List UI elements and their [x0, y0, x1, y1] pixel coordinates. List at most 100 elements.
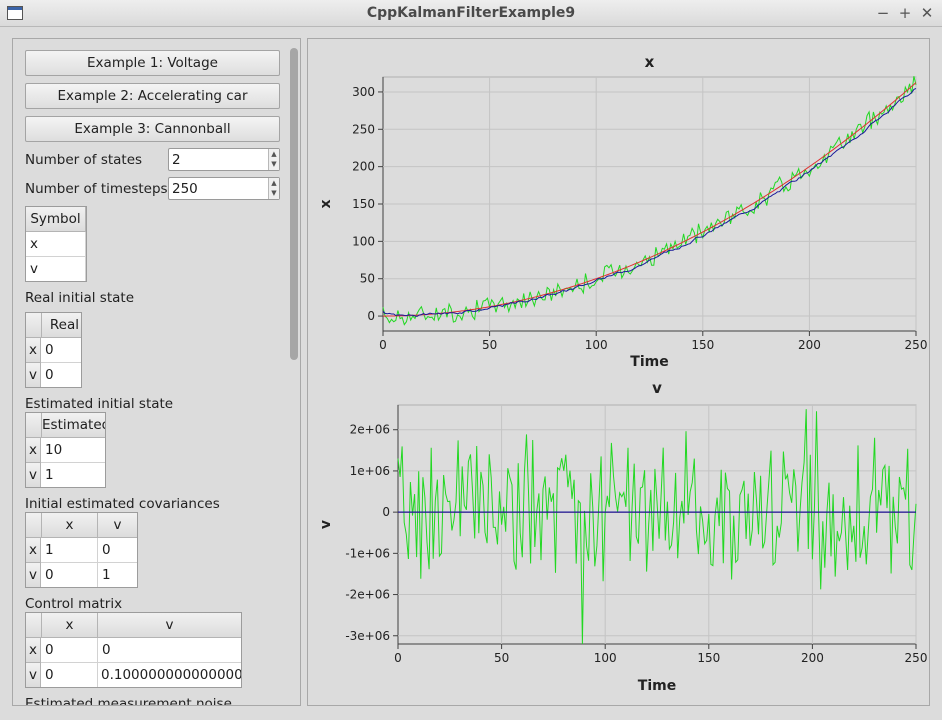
y-tick-label: 300	[352, 85, 375, 99]
x-tick-label: 0	[394, 651, 402, 665]
row-header-x[interactable]: x	[26, 638, 41, 663]
estimated-initial-x-cell[interactable]: 10	[41, 438, 105, 463]
spin-up-icon[interactable]: ▲	[269, 149, 279, 159]
y-tick-label: 250	[352, 122, 375, 136]
num-states-stepper[interactable]: ▲ ▼	[268, 149, 279, 170]
estimated-initial-state-table[interactable]: Estimated x v 10 1	[25, 412, 106, 488]
initial-covariances-label: Initial estimated covariances	[25, 496, 220, 512]
covariance-cell[interactable]: 0	[41, 563, 98, 587]
example-2-accelerating-car-button[interactable]: Example 2: Accelerating car	[25, 83, 280, 109]
real-column-header[interactable]: Real	[42, 313, 81, 338]
table-corner	[26, 613, 42, 638]
estimated-initial-state-label: Estimated initial state	[25, 396, 174, 412]
example-3-cannonball-button[interactable]: Example 3: Cannonball	[25, 116, 280, 142]
real-initial-state-table[interactable]: Real x v 0 0	[25, 312, 82, 388]
spin-down-icon[interactable]: ▼	[269, 159, 279, 169]
x-tick-label: 0	[379, 338, 387, 352]
control-matrix-label: Control matrix	[25, 596, 123, 612]
chart-v: 0 50 100 150 200 250 -3e+06 -2e+06 -1e+06 0 1e+06 2…	[318, 379, 927, 694]
control-cell[interactable]: 0	[41, 663, 98, 687]
y-tick-label: 0	[382, 505, 390, 519]
num-states-label: Number of states	[25, 152, 143, 168]
maximize-icon[interactable]: +	[896, 3, 914, 23]
y-tick-label: 200	[352, 160, 375, 174]
row-header-v[interactable]: v	[26, 663, 41, 687]
x-tick-label: 200	[801, 651, 824, 665]
symbol-table[interactable]: Symbol x v	[25, 206, 87, 282]
y-tick-label: 100	[352, 234, 375, 248]
title-bar: CppKalmanFilterExample9 − + ✕	[0, 0, 942, 27]
parameters-panel: Example 1: Voltage Example 2: Accelerati…	[12, 38, 301, 706]
control-cell[interactable]: 0	[98, 638, 241, 663]
row-header-v[interactable]: v	[26, 463, 41, 487]
x-tick-label: 50	[494, 651, 509, 665]
y-tick-label: -3e+06	[345, 629, 390, 643]
estimated-column-header[interactable]: Estimated	[42, 413, 105, 438]
x-tick-label: 50	[482, 338, 497, 352]
minimize-icon[interactable]: −	[874, 3, 892, 23]
x-axis-label: Time	[630, 354, 668, 370]
real-initial-x-cell[interactable]: 0	[41, 338, 81, 363]
symbol-cell[interactable]: v	[26, 257, 86, 281]
num-timesteps-value: 250	[172, 181, 198, 197]
column-header-x[interactable]: x	[42, 513, 98, 538]
y-axis-label: x	[318, 199, 334, 208]
num-timesteps-stepper[interactable]: ▲ ▼	[268, 178, 279, 199]
y-tick-label: 0	[367, 309, 375, 323]
row-header-x[interactable]: x	[26, 338, 41, 363]
x-axis-label: Time	[638, 678, 676, 694]
x-tick-label: 250	[905, 338, 928, 352]
x-tick-label: 100	[594, 651, 617, 665]
chart-title: v	[652, 379, 662, 397]
y-tick-label: 150	[352, 197, 375, 211]
left-panel-scrollbar[interactable]	[290, 48, 298, 360]
symbol-column-header[interactable]: Symbol	[26, 207, 86, 232]
num-timesteps-label: Number of timesteps	[25, 181, 168, 197]
real-initial-v-cell[interactable]: 0	[41, 363, 81, 387]
x-tick-label: 250	[905, 651, 928, 665]
row-header-v[interactable]: v	[26, 563, 41, 587]
close-icon[interactable]: ✕	[918, 3, 936, 23]
x-tick-label: 100	[585, 338, 608, 352]
covariance-cell[interactable]: 1	[41, 538, 98, 563]
plot-area	[397, 404, 917, 645]
example-1-voltage-button[interactable]: Example 1: Voltage	[25, 50, 280, 76]
x-tick-label: 200	[798, 338, 821, 352]
y-tick-label: 2e+06	[350, 423, 390, 437]
window-title: CppKalmanFilterExample9	[366, 5, 576, 21]
control-matrix-table[interactable]: x v x v 0 0 0 0.1000000000000000	[25, 612, 242, 688]
initial-covariances-table[interactable]: x v x v 1 0 0 1	[25, 512, 138, 588]
column-header-v[interactable]: v	[98, 513, 137, 538]
estimated-initial-v-cell[interactable]: 1	[41, 463, 105, 487]
spin-down-icon[interactable]: ▼	[269, 188, 279, 198]
chart-title: x	[645, 53, 655, 71]
control-cell[interactable]: 0.1000000000000000	[98, 663, 241, 687]
row-header-x[interactable]: x	[26, 438, 41, 463]
control-cell[interactable]: 0	[41, 638, 98, 663]
num-states-value: 2	[172, 152, 181, 168]
table-corner	[26, 413, 42, 438]
chart-x: 0 50 100 150 200 250 0 50 100 150 200 250 300 x Time x	[318, 53, 927, 370]
x-tick-label: 150	[691, 338, 714, 352]
num-timesteps-spinbox[interactable]: 250 ▲ ▼	[168, 177, 280, 200]
table-corner	[26, 513, 42, 538]
y-tick-label: 50	[360, 272, 375, 286]
table-corner	[26, 313, 42, 338]
num-states-spinbox[interactable]: 2 ▲ ▼	[168, 148, 280, 171]
real-initial-state-label: Real initial state	[25, 290, 135, 306]
measurement-noise-label: Estimated measurement noise	[25, 696, 232, 706]
row-header-x[interactable]: x	[26, 538, 41, 563]
spin-up-icon[interactable]: ▲	[269, 178, 279, 188]
x-tick-label: 150	[697, 651, 720, 665]
column-header-v[interactable]: v	[98, 613, 241, 638]
covariance-cell[interactable]: 1	[98, 563, 137, 587]
plots-panel: 0 50 100 150 200 250 0 50 100 150 200 250 300 x Time x 0…	[307, 38, 930, 706]
symbol-cell[interactable]: x	[26, 232, 86, 257]
covariance-cell[interactable]: 0	[98, 538, 137, 563]
row-header-v[interactable]: v	[26, 363, 41, 387]
y-axis-label: v	[318, 520, 334, 529]
y-tick-label: 1e+06	[350, 464, 390, 478]
column-header-x[interactable]: x	[42, 613, 98, 638]
y-tick-label: -2e+06	[345, 588, 390, 602]
plots-canvas: 0 50 100 150 200 250050100150200250300xTimex0…	[318, 53, 927, 694]
